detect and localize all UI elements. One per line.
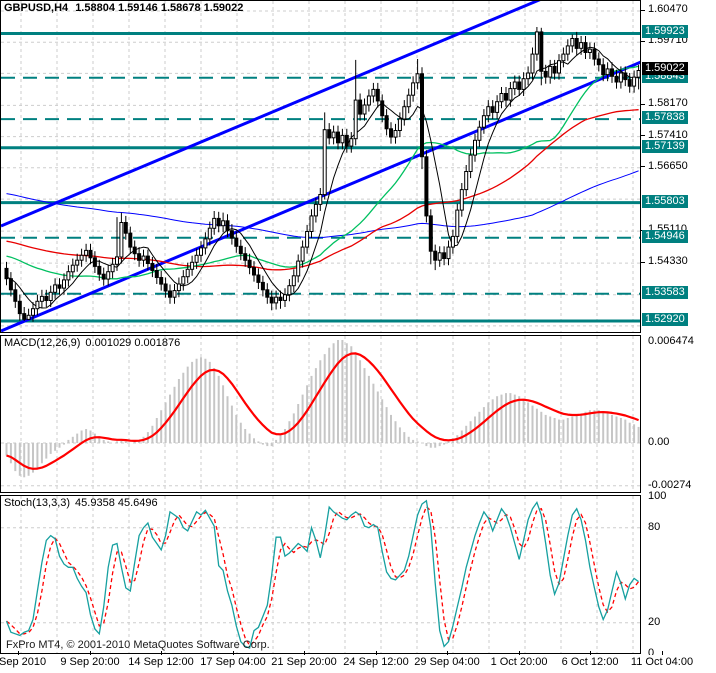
stochastic-panel[interactable]: Stoch(13,3,3) 45.9358 45.6496 FxPro MT4, … [0, 495, 641, 654]
ma-fast [6, 46, 639, 309]
time-axis-tick [233, 651, 234, 655]
time-axis-tick [376, 651, 377, 655]
macd-signal-line [6, 352, 639, 470]
stoch-axis-100: 100 [648, 490, 667, 502]
price-axis-tick [641, 262, 645, 263]
time-axis-label: 21 Sep 20:00 [271, 656, 337, 668]
time-axis-label: 7 Sep 2010 [0, 656, 47, 668]
time-axis-tick [662, 651, 663, 655]
price-level-badge: 1.53583 [642, 286, 688, 299]
price-level-badge: 1.57139 [642, 140, 688, 153]
mt4-chart-window: GBPUSD,H4 1.58804 1.59146 1.58678 1.59022… [0, 0, 716, 673]
macd-gridlines [1, 442, 640, 487]
time-axis-tick [590, 651, 591, 655]
ma-slowest [6, 170, 639, 239]
ma-mid [6, 65, 639, 280]
time-axis-label: 11 Oct 04:00 [630, 656, 694, 668]
macd-axis-max: 0.006474 [648, 335, 694, 347]
time-axis[interactable]: 7 Sep 2010 9 Sep 20:00 14 Sep 12:00 17 Sep … [0, 651, 716, 673]
stoch-indicator-label: Stoch(13,3,3) 45.9358 45.6496 [4, 497, 158, 509]
macd-name: MACD(12,26,9) [4, 337, 81, 349]
chart-title: GBPUSD,H4 1.58804 1.59146 1.58678 1.59022 [4, 2, 243, 14]
price-axis-tick [641, 10, 645, 11]
macd-values: 0.001029 0.001876 [85, 337, 181, 349]
price-level-badge: 1.54946 [642, 230, 688, 243]
price-axis[interactable]: 1.60470 1.59710 1.58170 1.57410 1.56650 1.551… [641, 0, 716, 659]
stoch-name: Stoch(13,3,3) [4, 497, 71, 509]
moving-averages [6, 46, 639, 309]
macd-indicator-label: MACD(12,26,9) 0.001029 0.001876 [4, 337, 180, 349]
time-axis-tick [161, 651, 162, 655]
time-axis-label: 29 Sep 04:00 [414, 656, 480, 668]
price-level-badge: 1.52920 [642, 313, 688, 326]
price-chart-canvas[interactable] [1, 1, 640, 332]
time-axis-tick [90, 651, 91, 655]
time-axis-tick [18, 651, 19, 655]
horizontal-gridlines [1, 10, 640, 327]
stoch-k-line [5, 499, 639, 649]
macd-histogram [5, 340, 640, 478]
time-axis-label: 9 Sep 20:00 [60, 656, 120, 668]
current-price-badge: 1.59022 [642, 62, 688, 75]
platform-watermark: FxPro MT4, © 2001-2010 MetaQuotes Softwa… [6, 639, 270, 651]
ohlc-values: 1.58804 1.59146 1.58678 1.59022 [75, 2, 244, 14]
stoch-gridlines [1, 527, 640, 624]
macd-panel[interactable]: MACD(12,26,9) 0.001029 0.001876 [0, 335, 641, 493]
time-axis-label: 6 Oct 12:00 [561, 656, 619, 668]
ma-slow [6, 109, 639, 271]
stoch-axis-80: 80 [648, 521, 661, 533]
macd-canvas[interactable] [1, 336, 640, 492]
price-axis-tick [641, 41, 645, 42]
price-axis-tick [641, 135, 645, 136]
time-axis-label: 24 Sep 12:00 [343, 656, 409, 668]
time-axis-label: 1 Oct 20:00 [490, 656, 548, 668]
time-axis-tick [304, 651, 305, 655]
price-level-badge: 1.57838 [642, 111, 688, 124]
price-axis-label: 1.54330 [648, 255, 688, 267]
time-axis-tick [447, 651, 448, 655]
stoch-axis-20: 20 [648, 616, 661, 628]
stoch-values: 45.9358 45.6496 [75, 497, 158, 509]
price-level-badge: 1.59923 [642, 25, 688, 38]
main-chart-panel[interactable]: GBPUSD,H4 1.58804 1.59146 1.58678 1.59022 [0, 0, 641, 333]
price-axis-tick [641, 104, 645, 105]
price-axis-label: 1.58170 [648, 97, 688, 109]
price-axis-label: 1.56650 [648, 160, 688, 172]
time-axis-label: 14 Sep 12:00 [128, 656, 194, 668]
macd-axis-zero: 0.00 [648, 436, 670, 448]
trend-channel [1, 1, 640, 332]
price-axis-tick [641, 166, 645, 167]
time-axis-label: 17 Sep 04:00 [200, 656, 266, 668]
price-level-badge: 1.55803 [642, 195, 688, 208]
stochastic-canvas[interactable] [1, 496, 640, 653]
symbol-timeframe-label: GBPUSD,H4 [4, 2, 69, 14]
time-axis-tick [519, 651, 520, 655]
price-axis-label: 1.60470 [648, 3, 688, 15]
